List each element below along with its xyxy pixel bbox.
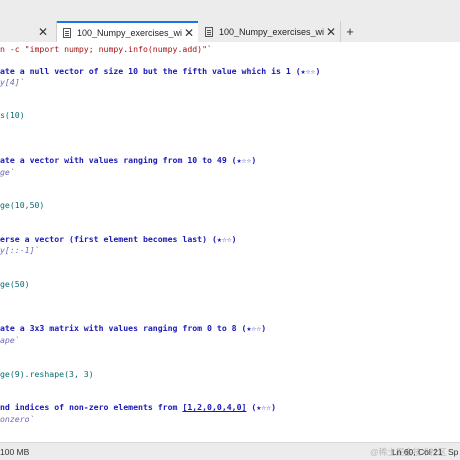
editor-line: ate a vector with values ranging from 10…: [0, 155, 257, 165]
document-icon: [205, 26, 213, 37]
document-icon: [63, 27, 71, 38]
heading-text: nd indices of non-zero elements from: [0, 402, 183, 412]
editor-line: ate a null vector of size 10 but the fif…: [0, 66, 321, 76]
editor-line: nd indices of non-zero elements from [1,…: [0, 402, 460, 412]
tab-label: 100_Numpy_exercises_with_h: [219, 26, 324, 37]
close-icon[interactable]: ✕: [182, 26, 196, 40]
tab-bar: ✕ 100_Numpy_exercises_with_h ✕ 100_Numpy…: [0, 0, 460, 42]
editor-line: ape`: [0, 335, 20, 345]
editor-line: n -c "import numpy; numpy.info(numpy.add…: [0, 44, 212, 54]
tab-previous[interactable]: ✕: [0, 21, 57, 42]
heading-tail: (★☆☆): [246, 402, 277, 412]
status-bar: 100 MB @稀土掘金技术社区 Ln 60, Col 21 Sp: [0, 442, 460, 460]
editor-line: ge(9).reshape(3, 3): [0, 369, 94, 379]
editor-line: y[4]`: [0, 77, 25, 87]
editor-line: ge`: [0, 167, 15, 177]
editor-line: erse a vector (first element becomes las…: [0, 234, 237, 244]
tab-active[interactable]: 100_Numpy_exercises_with_h ✕: [57, 21, 198, 42]
editor-area[interactable]: n -c "import numpy; numpy.info(numpy.add…: [0, 42, 460, 442]
close-icon[interactable]: ✕: [324, 25, 338, 39]
editor-line: onzero`: [0, 414, 35, 424]
editor-line: ge(10,50): [0, 200, 45, 210]
close-icon[interactable]: ✕: [36, 25, 50, 39]
editor-line: ge(50): [0, 279, 30, 289]
array-link[interactable]: [1,2,0,0,4,0]: [182, 402, 246, 412]
tab-second[interactable]: 100_Numpy_exercises_with_h ✕: [199, 21, 341, 42]
memory-size: 100 MB: [0, 447, 30, 457]
editor-line: s(10): [0, 110, 25, 120]
tab-label: 100_Numpy_exercises_with_h: [77, 27, 182, 38]
editor-line: ate a 3x3 matrix with values ranging fro…: [0, 323, 267, 333]
cursor-position[interactable]: Ln 60, Col 21: [392, 447, 443, 457]
new-tab-button[interactable]: +: [341, 21, 359, 42]
editor-line: y[::-1]`: [0, 245, 40, 255]
spacing-indicator[interactable]: Sp: [448, 447, 458, 457]
